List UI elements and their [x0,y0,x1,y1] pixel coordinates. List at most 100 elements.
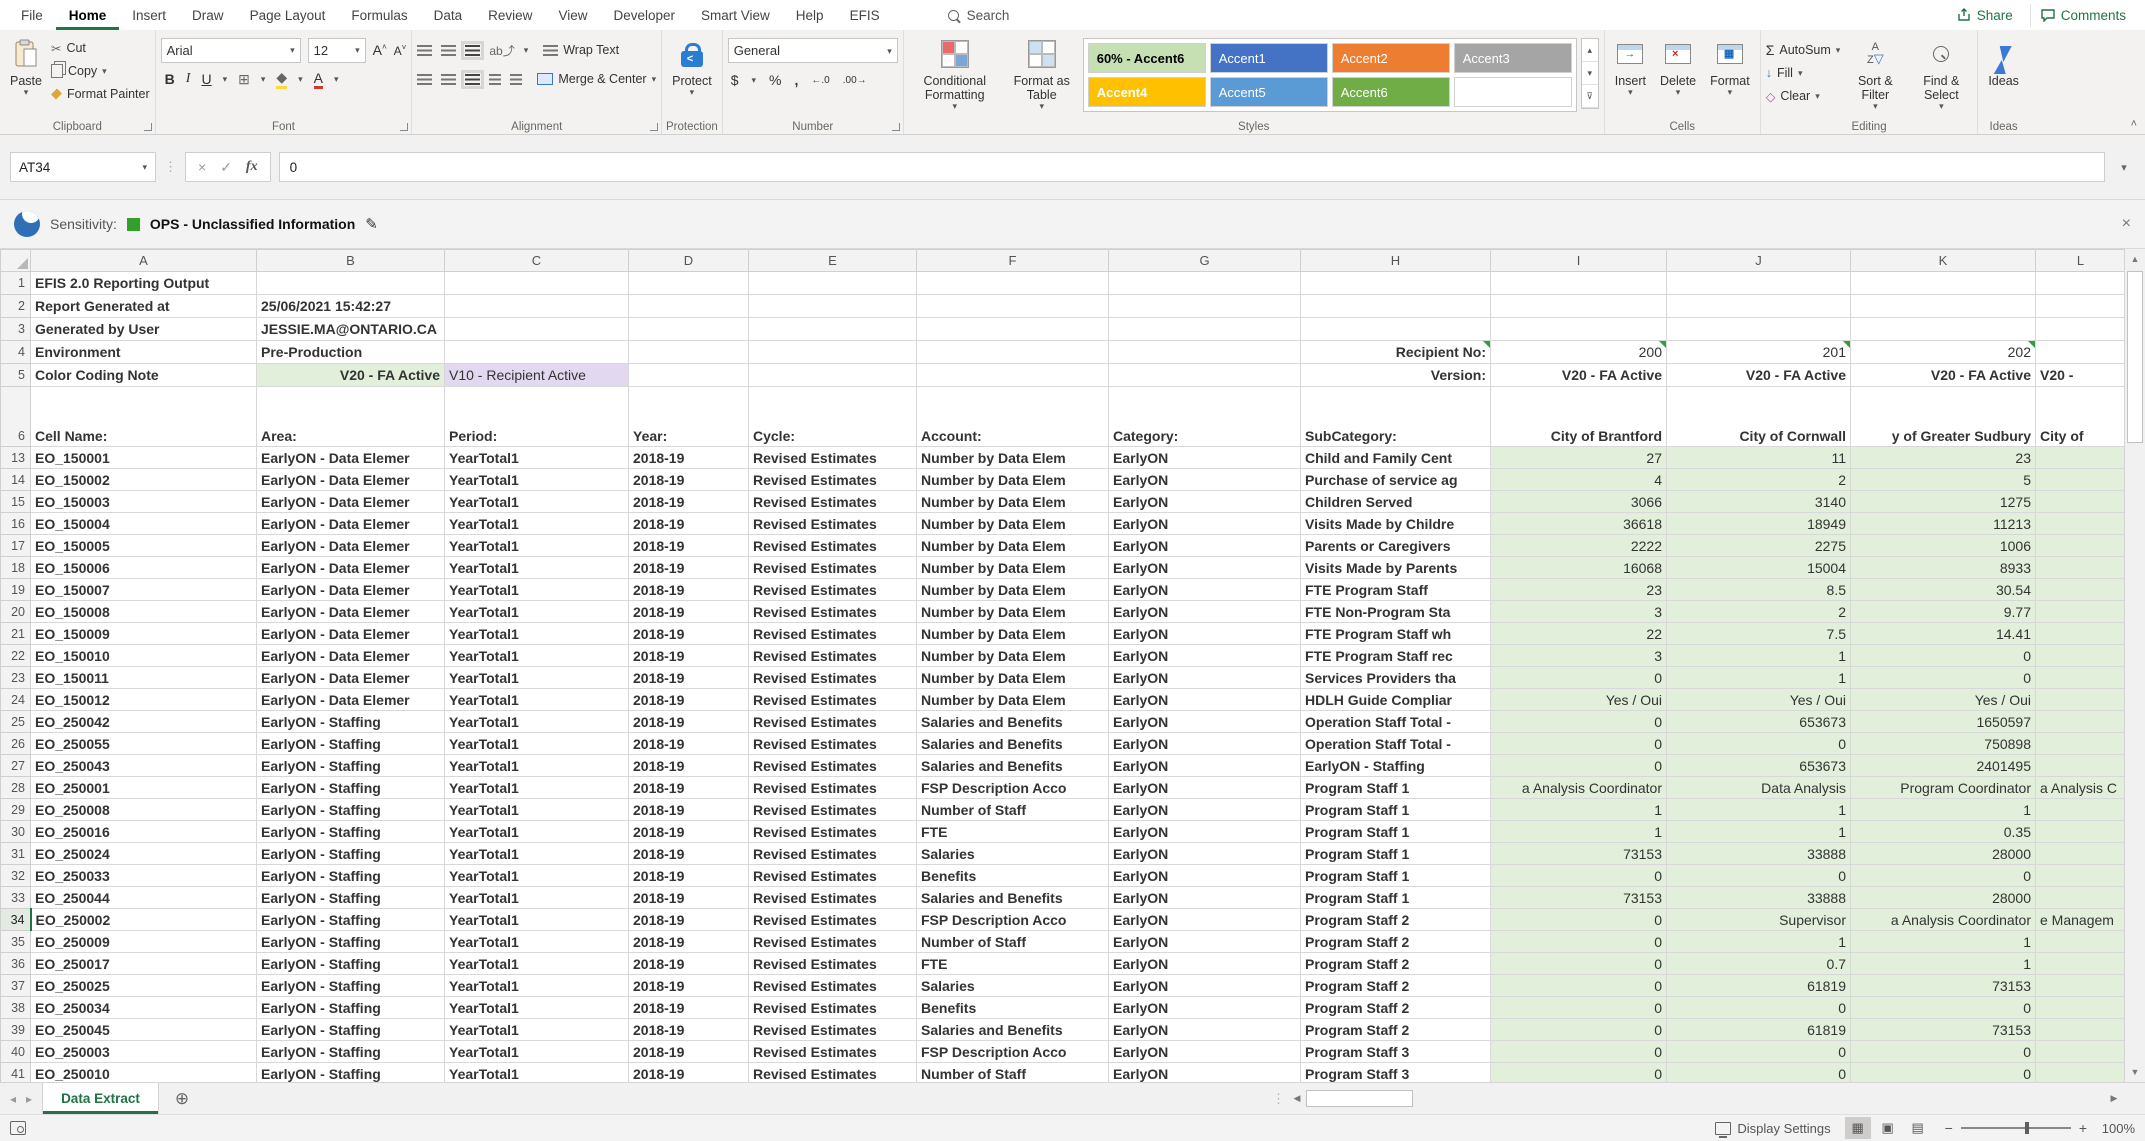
cell-B25[interactable]: EarlyON - Staffing [256,710,445,733]
ideas-button[interactable]: Ideas [1983,34,2024,90]
row-header-33[interactable]: 33 [0,886,31,909]
cell-K37[interactable]: 73153 [1850,974,2036,997]
cell-C13[interactable]: YearTotal1 [444,446,629,469]
cell-E14[interactable]: Revised Estimates [748,468,917,491]
cell-F37[interactable]: Salaries [916,974,1109,997]
cell-A30[interactable]: EO_250016 [30,820,257,843]
cell-B33[interactable]: EarlyON - Staffing [256,886,445,909]
style-swatch-accent5[interactable]: Accent5 [1209,77,1328,107]
cell-E19[interactable]: Revised Estimates [748,578,917,601]
sheet-nav-left-icon[interactable]: ◂ [0,1092,26,1106]
cell-E32[interactable]: Revised Estimates [748,864,917,887]
cell-C30[interactable]: YearTotal1 [444,820,629,843]
col-header-E[interactable]: E [748,249,917,272]
cell-K2[interactable] [1850,294,2036,318]
row-header-36[interactable]: 36 [0,952,31,975]
row-header-34[interactable]: 34 [0,908,32,931]
cell-A26[interactable]: EO_250055 [30,732,257,755]
cell-D17[interactable]: 2018-19 [628,534,749,557]
cell-L33[interactable] [2035,886,2126,909]
zoom-in-button[interactable]: + [2079,1120,2087,1136]
cell-D3[interactable] [628,317,749,341]
cell-C5[interactable]: V10 - Recipient Active [444,363,629,387]
cell-H5[interactable]: Version: [1300,363,1491,387]
cell-H38[interactable]: Program Staff 2 [1300,996,1491,1019]
cell-I14[interactable]: 4 [1490,468,1667,491]
cell-G29[interactable]: EarlyON [1108,798,1301,821]
cell-J16[interactable]: 18949 [1666,512,1851,535]
cell-G34[interactable]: EarlyON [1108,908,1301,931]
cell-F17[interactable]: Number by Data Elem [916,534,1109,557]
cell-C28[interactable]: YearTotal1 [444,776,629,799]
cell-D33[interactable]: 2018-19 [628,886,749,909]
scroll-left-icon[interactable]: ◀ [1288,1093,1306,1104]
cell-E3[interactable] [748,317,917,341]
cell-B19[interactable]: EarlyON - Data Elemer [256,578,445,601]
underline-button[interactable]: U [201,71,211,87]
cell-D1[interactable] [628,271,749,295]
cell-C16[interactable]: YearTotal1 [444,512,629,535]
cell-G1[interactable] [1108,271,1301,295]
ribbon-tab-review[interactable]: Review [475,0,545,30]
cell-I27[interactable]: 0 [1490,754,1667,777]
cell-K32[interactable]: 0 [1850,864,2036,887]
cell-B16[interactable]: EarlyON - Data Elemer [256,512,445,535]
cell-E16[interactable]: Revised Estimates [748,512,917,535]
cell-F1[interactable] [916,271,1109,295]
cell-F38[interactable]: Benefits [916,996,1109,1019]
cell-D22[interactable]: 2018-19 [628,644,749,667]
cell-C32[interactable]: YearTotal1 [444,864,629,887]
cell-G38[interactable]: EarlyON [1108,996,1301,1019]
horizontal-scroll-thumb[interactable] [1306,1090,1413,1107]
cell-F31[interactable]: Salaries [916,842,1109,865]
cell-J32[interactable]: 0 [1666,864,1851,887]
cell-A14[interactable]: EO_150002 [30,468,257,491]
col-header-K[interactable]: K [1850,249,2036,272]
cell-A23[interactable]: EO_150011 [30,666,257,689]
comments-button[interactable]: Comments [2029,3,2137,27]
cell-D41[interactable]: 2018-19 [628,1062,749,1082]
cell-B40[interactable]: EarlyON - Staffing [256,1040,445,1063]
cell-H31[interactable]: Program Staff 1 [1300,842,1491,865]
cell-I2[interactable] [1490,294,1667,318]
cell-L20[interactable] [2035,600,2126,623]
formula-bar-expand-button[interactable]: ▾ [2113,153,2135,181]
cell-C17[interactable]: YearTotal1 [444,534,629,557]
cell-K38[interactable]: 0 [1850,996,2036,1019]
cell-C33[interactable]: YearTotal1 [444,886,629,909]
cell-C38[interactable]: YearTotal1 [444,996,629,1019]
cell-E30[interactable]: Revised Estimates [748,820,917,843]
enter-button[interactable]: ✓ [220,159,232,176]
cell-F29[interactable]: Number of Staff [916,798,1109,821]
cell-D20[interactable]: 2018-19 [628,600,749,623]
cell-H37[interactable]: Program Staff 2 [1300,974,1491,997]
increase-indent-button[interactable] [510,73,523,85]
cell-G37[interactable]: EarlyON [1108,974,1301,997]
align-top-button[interactable] [417,44,433,56]
cell-J23[interactable]: 1 [1666,666,1851,689]
row-header-21[interactable]: 21 [0,622,31,645]
cell-B14[interactable]: EarlyON - Data Elemer [256,468,445,491]
cell-L21[interactable] [2035,622,2126,645]
cell-E20[interactable]: Revised Estimates [748,600,917,623]
row-header-14[interactable]: 14 [0,468,31,491]
cell-J1[interactable] [1666,271,1851,295]
cell-I30[interactable]: 1 [1490,820,1667,843]
sort-filter-button[interactable]: A Z▽ Sort & Filter ▾ [1844,34,1906,112]
cell-K30[interactable]: 0.35 [1850,820,2036,843]
cell-F30[interactable]: FTE [916,820,1109,843]
cell-J38[interactable]: 0 [1666,996,1851,1019]
cell-J24[interactable]: Yes / Oui [1666,688,1851,711]
cell-F35[interactable]: Number of Staff [916,930,1109,953]
cell-A6[interactable]: Cell Name: [30,386,257,447]
cell-I6[interactable]: City of Brantford [1490,386,1667,447]
cell-D36[interactable]: 2018-19 [628,952,749,975]
name-box[interactable]: AT34 ▾ [10,152,156,182]
cell-I23[interactable]: 0 [1490,666,1667,689]
cell-G21[interactable]: EarlyON [1108,622,1301,645]
row-header-6[interactable]: 6 [0,386,31,447]
cell-D19[interactable]: 2018-19 [628,578,749,601]
delete-cells-button[interactable]: × Delete ▾ [1655,34,1701,98]
row-header-39[interactable]: 39 [0,1018,31,1041]
cell-H16[interactable]: Visits Made by Childre [1300,512,1491,535]
